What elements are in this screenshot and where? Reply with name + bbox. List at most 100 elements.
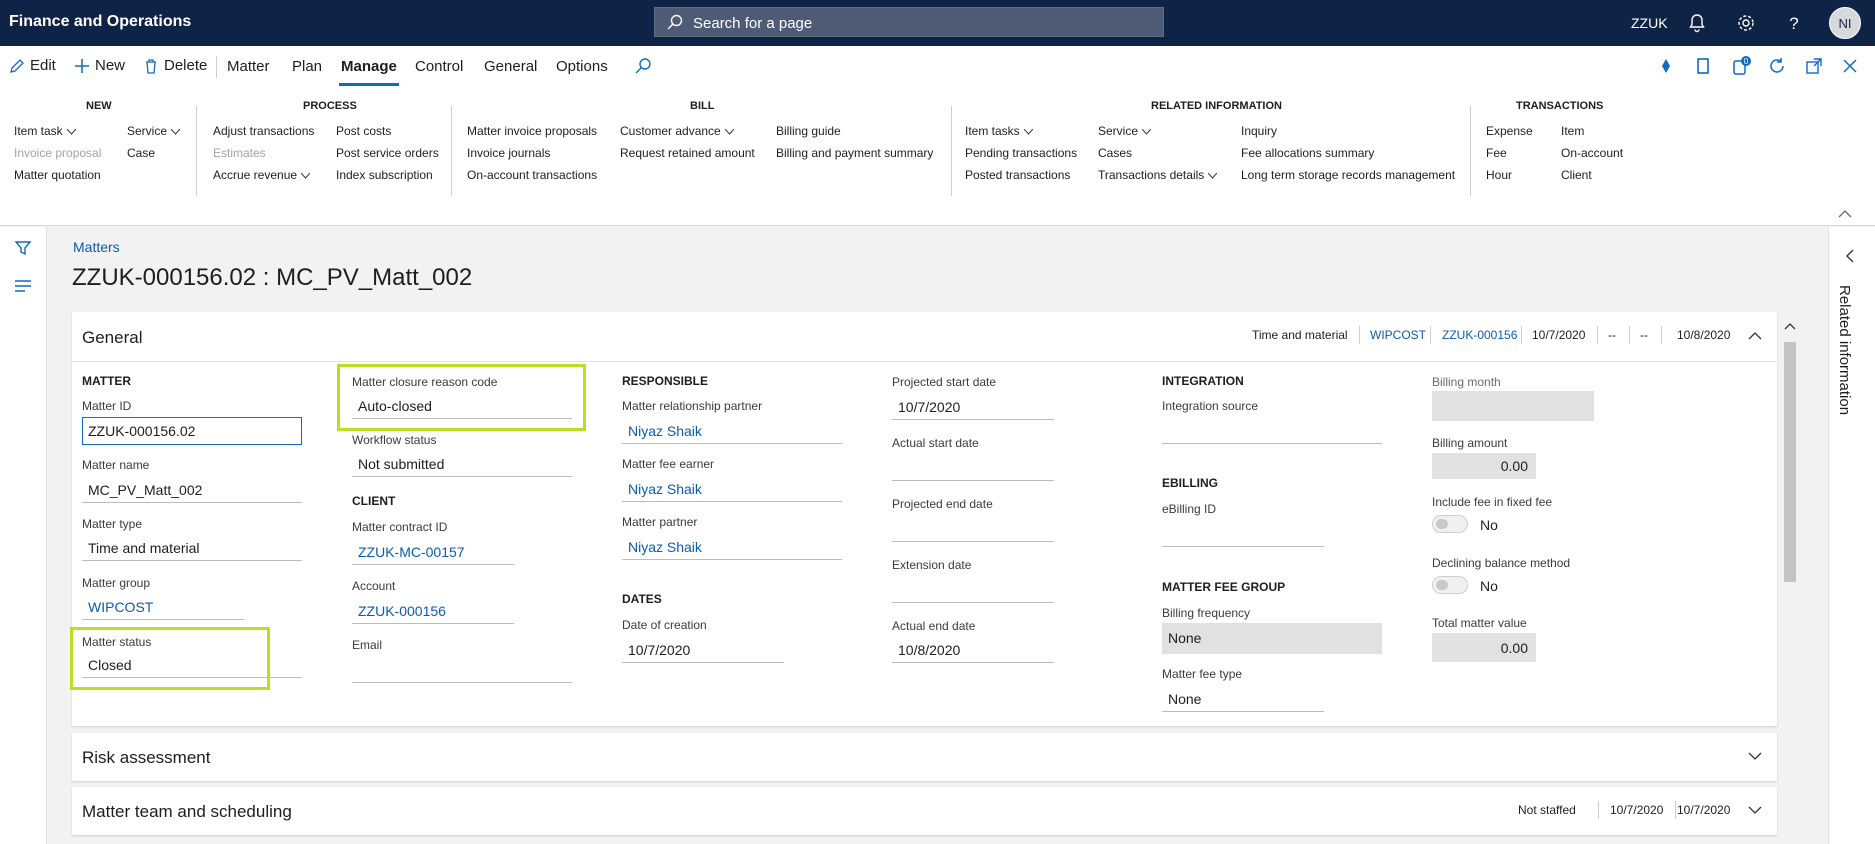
- collapse-action-pane-icon[interactable]: [1838, 209, 1852, 218]
- related-information-label[interactable]: Related information: [1836, 285, 1853, 415]
- actual-end-field[interactable]: 10/8/2020: [892, 635, 1054, 663]
- tab-matter[interactable]: Matter: [227, 58, 270, 75]
- matter-team-fasttab[interactable]: Matter team and scheduling Not staffed 1…: [72, 787, 1777, 835]
- hour-button[interactable]: Hour: [1486, 168, 1512, 182]
- search-actions-icon[interactable]: [633, 56, 653, 76]
- accrue-revenue-menu[interactable]: Accrue revenue: [213, 168, 311, 182]
- matter-partner-field[interactable]: Niyaz Shaik: [622, 532, 842, 560]
- matter-group-field[interactable]: WIPCOST: [82, 592, 244, 620]
- fee-allocations-summary-button[interactable]: Fee allocations summary: [1241, 146, 1374, 160]
- matter-fee-type-field[interactable]: None: [1162, 684, 1324, 712]
- index-subscription-button[interactable]: Index subscription: [336, 168, 433, 182]
- list-icon[interactable]: [14, 279, 32, 293]
- tab-control[interactable]: Control: [415, 58, 463, 75]
- date-of-creation-field[interactable]: 10/7/2020: [622, 635, 784, 663]
- matter-name-field[interactable]: MC_PV_Matt_002: [82, 475, 302, 503]
- post-costs-button[interactable]: Post costs: [336, 124, 391, 138]
- refresh-icon[interactable]: [1767, 56, 1787, 76]
- declining-balance-toggle[interactable]: [1432, 576, 1468, 594]
- account-field[interactable]: ZZUK-000156: [352, 596, 514, 624]
- tab-general[interactable]: General: [484, 58, 537, 75]
- invoice-proposal-button[interactable]: Invoice proposal: [14, 146, 101, 160]
- bell-icon[interactable]: [1686, 12, 1708, 34]
- cases-button[interactable]: Cases: [1098, 146, 1132, 160]
- chevron-down-icon[interactable]: [1748, 806, 1762, 815]
- breadcrumb[interactable]: Matters: [73, 239, 120, 255]
- matter-team-header[interactable]: Matter team and scheduling: [82, 802, 292, 822]
- scrollbar-thumb[interactable]: [1784, 342, 1796, 582]
- extension-date-field[interactable]: [892, 575, 1054, 603]
- adjust-transactions-button[interactable]: Adjust transactions: [213, 124, 314, 138]
- item-task-menu[interactable]: Item task: [14, 124, 76, 138]
- help-icon[interactable]: ?: [1783, 12, 1805, 34]
- pending-transactions-button[interactable]: Pending transactions: [965, 146, 1077, 160]
- include-fee-toggle[interactable]: [1432, 515, 1468, 533]
- relationship-partner-field[interactable]: Niyaz Shaik: [622, 416, 842, 444]
- chevron-down-icon[interactable]: [1748, 752, 1762, 761]
- tab-options[interactable]: Options: [556, 58, 608, 75]
- new-button[interactable]: New: [74, 57, 125, 74]
- risk-assessment-fasttab[interactable]: Risk assessment: [72, 733, 1777, 781]
- billing-amount-label: Billing amount: [1432, 436, 1508, 450]
- integration-source-field[interactable]: [1162, 416, 1382, 444]
- on-account-transactions-button[interactable]: On-account transactions: [467, 168, 597, 182]
- long-term-storage-button[interactable]: Long term storage records management: [1241, 168, 1455, 182]
- expense-button[interactable]: Expense: [1486, 124, 1533, 138]
- billing-guide-button[interactable]: Billing guide: [776, 124, 841, 138]
- actual-start-field[interactable]: [892, 453, 1054, 481]
- attachments-icon[interactable]: 0: [1731, 56, 1751, 76]
- projected-start-field[interactable]: 10/7/2020: [892, 392, 1054, 420]
- matter-type-field[interactable]: Time and material: [82, 533, 302, 561]
- app-title[interactable]: Finance and Operations: [9, 13, 191, 31]
- fee-earner-field[interactable]: Niyaz Shaik: [622, 474, 842, 502]
- inquiry-button[interactable]: Inquiry: [1241, 124, 1277, 138]
- divider: [1521, 326, 1522, 344]
- edit-button[interactable]: Edit: [9, 57, 56, 74]
- chevron-left-icon[interactable]: [1845, 249, 1855, 263]
- chevron-up-icon[interactable]: [1748, 331, 1762, 340]
- service-menu[interactable]: Service: [127, 124, 181, 138]
- request-retained-amount-button[interactable]: Request retained amount: [620, 146, 755, 160]
- item-tasks-menu[interactable]: Item tasks: [965, 124, 1033, 138]
- avatar[interactable]: NI: [1829, 7, 1861, 39]
- posted-transactions-button[interactable]: Posted transactions: [965, 168, 1070, 182]
- scroll-up-icon[interactable]: [1784, 322, 1796, 330]
- summary-matter-group[interactable]: WIPCOST: [1370, 328, 1426, 342]
- post-service-orders-button[interactable]: Post service orders: [336, 146, 439, 160]
- invoice-journals-button[interactable]: Invoice journals: [467, 146, 550, 160]
- projected-end-field[interactable]: [892, 514, 1054, 542]
- risk-assessment-header[interactable]: Risk assessment: [82, 748, 210, 768]
- item-button[interactable]: Item: [1561, 124, 1584, 138]
- open-new-window-icon[interactable]: [1804, 56, 1824, 76]
- matter-id-field[interactable]: ZZUK-000156.02: [82, 417, 302, 445]
- email-field[interactable]: [352, 655, 572, 683]
- summary-placeholder-2: --: [1640, 328, 1648, 342]
- client-button[interactable]: Client: [1561, 168, 1592, 182]
- billing-and-payment-summary-button[interactable]: Billing and payment summary: [776, 146, 933, 160]
- power-apps-icon[interactable]: [1656, 56, 1676, 76]
- ebilling-id-field[interactable]: [1162, 519, 1324, 547]
- gear-icon[interactable]: [1735, 12, 1757, 34]
- matter-invoice-proposals-button[interactable]: Matter invoice proposals: [467, 124, 597, 138]
- delete-button[interactable]: Delete: [143, 57, 207, 74]
- case-button[interactable]: Case: [127, 146, 155, 160]
- workflow-status-field[interactable]: Not submitted: [352, 449, 572, 477]
- tab-plan[interactable]: Plan: [292, 58, 322, 75]
- general-header[interactable]: General: [82, 328, 142, 348]
- summary-account[interactable]: ZZUK-000156: [1442, 328, 1517, 342]
- general-fasttab: General Time and material WIPCOST ZZUK-0…: [70, 312, 1777, 726]
- tab-manage[interactable]: Manage: [339, 58, 399, 86]
- filter-icon[interactable]: [14, 239, 32, 257]
- matter-quotation-button[interactable]: Matter quotation: [14, 168, 101, 182]
- office-icon[interactable]: [1693, 56, 1713, 76]
- transactions-details-menu[interactable]: Transactions details: [1098, 168, 1218, 182]
- search-input[interactable]: Search for a page: [654, 7, 1164, 37]
- close-icon[interactable]: [1840, 56, 1860, 76]
- estimates-button[interactable]: Estimates: [213, 146, 266, 160]
- fee-button[interactable]: Fee: [1486, 146, 1507, 160]
- company-picker[interactable]: ZZUK: [1631, 15, 1668, 31]
- matter-contract-field[interactable]: ZZUK-MC-00157: [352, 537, 514, 565]
- on-account-button[interactable]: On-account: [1561, 146, 1623, 160]
- related-service-menu[interactable]: Service: [1098, 124, 1152, 138]
- customer-advance-menu[interactable]: Customer advance: [620, 124, 734, 138]
